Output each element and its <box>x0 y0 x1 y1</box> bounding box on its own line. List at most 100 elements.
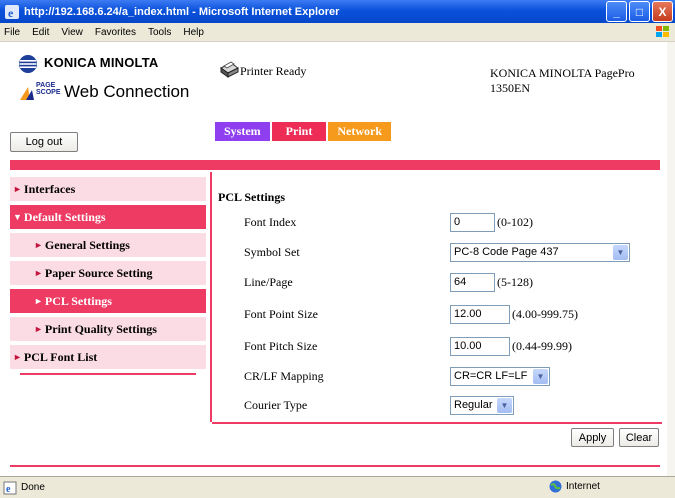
row-crlf-mapping: CR/LF Mapping CR=CR LF=LF ▼ <box>244 366 664 386</box>
minimize-button[interactable]: _ <box>606 1 627 22</box>
font-index-label: Font Index <box>244 214 297 229</box>
symbol-set-label: Symbol Set <box>244 244 300 259</box>
arrow-right-icon: ► <box>34 268 43 278</box>
window-titlebar: e http://192.168.6.24/a_index.html - Mic… <box>0 0 675 23</box>
chevron-down-icon[interactable]: ▼ <box>533 368 548 384</box>
menu-view[interactable]: View <box>55 27 89 38</box>
arrow-right-icon: ► <box>13 352 22 362</box>
printer-status: Printer Ready <box>240 64 307 78</box>
vertical-divider <box>210 172 212 422</box>
sidebar-item-pcl-font-list[interactable]: ► PCL Font List <box>10 345 206 369</box>
font-pitch-size-range: (0.44-99.99) <box>512 338 572 353</box>
crlf-mapping-label: CR/LF Mapping <box>244 368 324 383</box>
menu-edit[interactable]: Edit <box>26 27 55 38</box>
crlf-mapping-value: CR=CR LF=LF <box>454 370 528 382</box>
sidebar-item-label: PCL Settings <box>44 293 112 308</box>
header-divider <box>10 160 660 170</box>
symbol-set-value: PC-8 Code Page 437 <box>454 246 559 258</box>
device-name: KONICA MINOLTA PagePro 1350EN <box>490 66 635 96</box>
row-font-point-size: Font Point Size (4.00-999.75) <box>244 304 664 324</box>
font-point-size-label: Font Point Size <box>244 306 319 321</box>
tab-print[interactable]: Print <box>271 122 327 141</box>
menu-favorites[interactable]: Favorites <box>89 27 142 38</box>
windows-logo-icon <box>656 26 669 37</box>
maximize-button[interactable]: □ <box>629 1 650 22</box>
globe-icon <box>549 480 562 493</box>
arrow-down-icon: ▼ <box>13 212 22 222</box>
sidebar-divider <box>20 373 196 375</box>
chevron-down-icon[interactable]: ▼ <box>613 244 628 260</box>
internet-explorer-icon: e <box>5 4 19 20</box>
menu-file[interactable]: File <box>0 27 26 38</box>
sidebar-item-label: General Settings <box>44 237 130 252</box>
device-name-line1: KONICA MINOLTA PagePro <box>490 66 635 80</box>
line-page-label: Line/Page <box>244 274 293 289</box>
sidebar-item-print-quality-settings[interactable]: ► Print Quality Settings <box>10 317 206 341</box>
page-scope-label: PAGE SCOPE <box>36 82 61 96</box>
window-title: http://192.168.6.24/a_index.html - Micro… <box>24 5 340 18</box>
footer-divider <box>10 465 660 467</box>
sidebar-item-label: Paper Source Setting <box>44 265 153 280</box>
brand-name: KONICA MINOLTA <box>44 55 159 70</box>
font-pitch-size-label: Font Pitch Size <box>244 338 318 353</box>
sidebar-item-label: Print Quality Settings <box>44 321 157 336</box>
font-pitch-size-input[interactable] <box>450 336 510 356</box>
status-text: Done <box>21 482 45 493</box>
arrow-right-icon: ► <box>34 324 43 334</box>
main-tabs: System Print Network <box>215 122 391 141</box>
printer-icon <box>220 61 239 78</box>
sidebar-item-paper-source-setting[interactable]: ► Paper Source Setting <box>10 261 206 285</box>
font-index-range: (0-102) <box>497 214 533 229</box>
courier-type-value: Regular <box>454 399 493 411</box>
sidebar-item-pcl-settings[interactable]: ► PCL Settings <box>10 289 206 313</box>
sidebar-item-default-settings[interactable]: ▼ Default Settings <box>10 205 206 229</box>
sidebar-item-label: Default Settings <box>23 209 106 224</box>
crlf-mapping-select[interactable]: CR=CR LF=LF ▼ <box>450 366 550 386</box>
menu-bar: File Edit View Favorites Tools Help <box>0 23 675 42</box>
row-courier-type: Courier Type Regular ▼ <box>244 395 664 415</box>
sidebar-item-label: PCL Font List <box>23 349 98 364</box>
page-done-icon: e <box>3 481 17 495</box>
zone-label: Internet <box>566 481 600 492</box>
font-index-input[interactable] <box>450 212 495 232</box>
tab-network[interactable]: Network <box>328 122 391 141</box>
status-bar: e Done Internet <box>0 476 675 498</box>
chevron-down-icon[interactable]: ▼ <box>497 397 512 413</box>
apply-button[interactable]: Apply <box>571 428 614 447</box>
symbol-set-select[interactable]: PC-8 Code Page 437 ▼ <box>450 242 630 262</box>
arrow-right-icon: ► <box>34 296 43 306</box>
form-divider <box>212 422 662 424</box>
security-zone: Internet <box>549 480 600 493</box>
font-point-size-range: (4.00-999.75) <box>512 306 578 321</box>
konica-minolta-logo-icon <box>19 55 37 73</box>
clear-button[interactable]: Clear <box>619 428 659 447</box>
courier-type-label: Courier Type <box>244 397 308 412</box>
line-page-range: (5-128) <box>497 274 533 289</box>
arrow-right-icon: ► <box>34 240 43 250</box>
settings-panel: PCL Settings <box>218 180 663 205</box>
row-line-page: Line/Page (5-128) <box>244 272 664 292</box>
sidebar-item-label: Interfaces <box>23 181 76 196</box>
arrow-right-icon: ► <box>13 184 22 194</box>
sidebar-item-interfaces[interactable]: ► Interfaces <box>10 177 206 201</box>
web-connection-title: Web Connection <box>64 82 190 101</box>
menu-help[interactable]: Help <box>177 27 210 38</box>
logout-button[interactable]: Log out <box>10 132 78 152</box>
row-font-pitch-size: Font Pitch Size (0.44-99.99) <box>244 336 664 356</box>
font-point-size-input[interactable] <box>450 304 510 324</box>
row-font-index: Font Index (0-102) <box>244 212 664 232</box>
svg-text:e: e <box>8 6 14 20</box>
close-button[interactable]: X <box>652 1 673 22</box>
menu-tools[interactable]: Tools <box>142 27 177 38</box>
sidebar-item-general-settings[interactable]: ► General Settings <box>10 233 206 257</box>
courier-type-select[interactable]: Regular ▼ <box>450 395 514 415</box>
tab-system[interactable]: System <box>215 122 270 141</box>
sidebar: ► Interfaces ▼ Default Settings ► Genera… <box>10 177 206 375</box>
page-content: KONICA MINOLTA PAGE SCOPE Web Connection… <box>0 42 675 476</box>
page-title: PCL Settings <box>218 190 286 204</box>
svg-text:e: e <box>6 484 11 495</box>
row-symbol-set: Symbol Set PC-8 Code Page 437 ▼ <box>244 242 664 262</box>
line-page-input[interactable] <box>450 272 495 292</box>
device-name-line2: 1350EN <box>490 81 530 95</box>
scrollbar[interactable] <box>667 42 675 476</box>
